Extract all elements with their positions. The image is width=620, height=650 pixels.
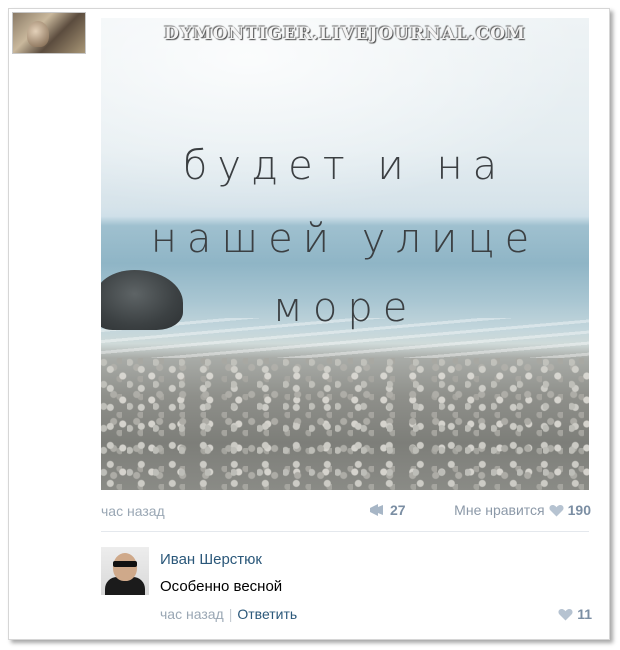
post-footer: час назад 27 Мне нравится 190 — [101, 500, 591, 522]
author-avatar[interactable] — [12, 12, 86, 54]
repost-count: 27 — [390, 502, 406, 518]
post-image[interactable]: будет и на нашей улице море — [101, 18, 589, 490]
comment-author-link[interactable]: Иван Шерстюк — [160, 551, 262, 568]
megaphone-icon — [369, 503, 385, 517]
image-caption-line-2: нашей улице — [150, 216, 540, 262]
like-count: 190 — [567, 502, 591, 518]
comment-like-count: 11 — [577, 606, 592, 622]
commenter-avatar[interactable] — [101, 547, 149, 595]
post-timestamp[interactable]: час назад — [101, 503, 165, 519]
image-caption-line-3: море — [272, 285, 418, 331]
repost-button[interactable]: 27 — [369, 502, 406, 518]
comment-text: Особенно весной — [160, 578, 283, 595]
comment-timestamp[interactable]: час назад — [160, 606, 224, 622]
comments-divider — [101, 531, 589, 532]
comment-meta: час назад | Ответить — [160, 606, 297, 622]
heart-icon — [549, 504, 564, 517]
comment-like-button[interactable]: 11 — [558, 606, 592, 622]
sunglasses — [113, 561, 137, 567]
image-caption-line-1: будет и на — [182, 143, 508, 189]
reply-button[interactable]: Ответить — [237, 606, 297, 622]
pebble-beach — [101, 358, 589, 490]
watermark: DYMONTIGER.LIVEJOURNAL.COM — [164, 24, 526, 44]
meta-separator: | — [228, 606, 233, 622]
like-label: Мне нравится — [454, 502, 545, 518]
heart-icon — [558, 608, 573, 621]
like-button[interactable]: Мне нравится 190 — [454, 502, 591, 518]
